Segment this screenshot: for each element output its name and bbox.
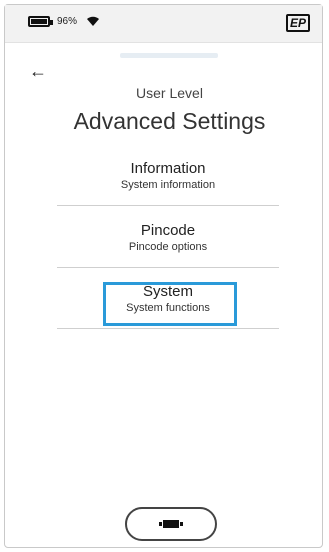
- logo: EP: [286, 14, 310, 32]
- menu-item-label: Pincode: [140, 222, 196, 239]
- battery-percent: 96%: [57, 16, 78, 27]
- battery-icon: [28, 16, 53, 27]
- back-arrow-icon[interactable]: ←: [29, 61, 53, 81]
- page-title: Advanced Settings: [73, 108, 266, 134]
- menu-item-label: Information: [130, 160, 206, 177]
- divider: [57, 205, 279, 206]
- status-bar: 96% EP: [5, 5, 322, 43]
- device-frame: 96% EP ← User Level Advanced Settings In…: [4, 4, 323, 548]
- wifi-icon: [87, 16, 99, 26]
- menu-item-description: Pincode options: [128, 241, 208, 253]
- menu-item-pincode[interactable]: Pincode Pincode options: [57, 218, 279, 268]
- divider: [57, 267, 279, 268]
- drag-handle[interactable]: [120, 53, 218, 58]
- menu-item-description: System information: [120, 179, 216, 191]
- selection-highlight: [103, 282, 237, 326]
- menu-item-information[interactable]: Information System information: [57, 156, 279, 206]
- home-button[interactable]: [125, 507, 217, 541]
- page-subtitle: User Level: [136, 85, 203, 101]
- divider: [57, 328, 279, 329]
- home-button-icon: [159, 520, 183, 528]
